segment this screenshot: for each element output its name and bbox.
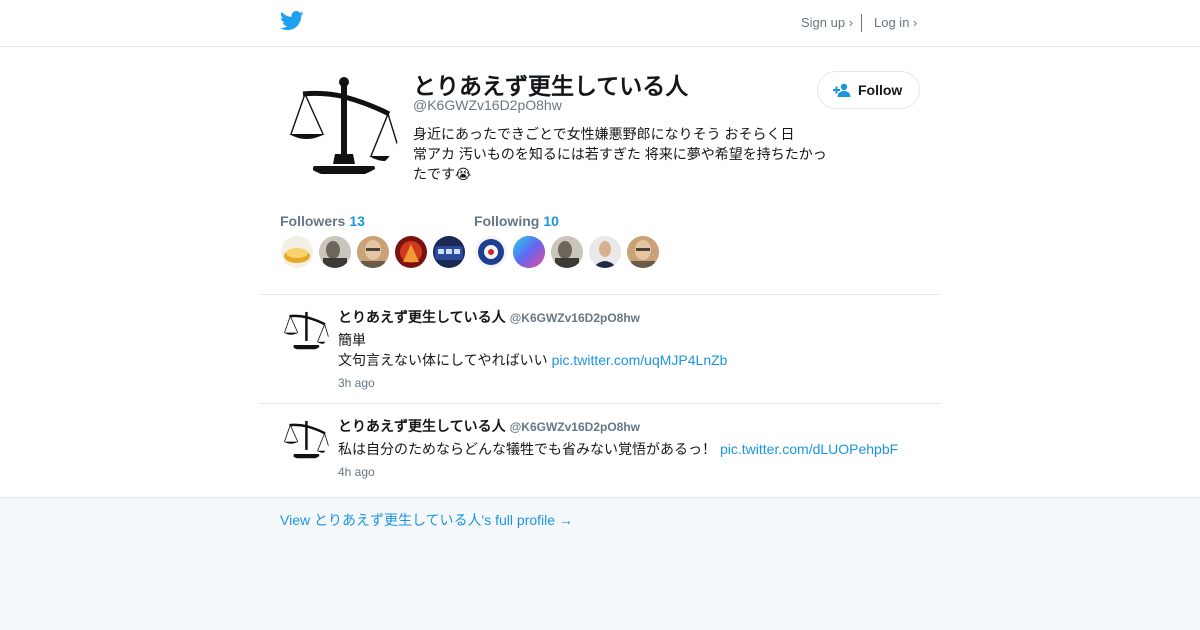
add-user-icon — [833, 83, 851, 97]
balance-scale-icon — [283, 420, 330, 459]
followers-count: 13 — [349, 213, 365, 229]
tweet-author[interactable]: とりあえず更生している人 @K6GWZv16D2pO8hw — [338, 416, 640, 436]
tweet-media-link[interactable]: pic.twitter.com/uqMJP4LnZb — [552, 352, 728, 368]
anime-avatar-image — [400, 241, 422, 263]
following-avatar[interactable] — [475, 236, 507, 268]
gradient-avatar-image — [513, 236, 545, 268]
profile-name: とりあえず更生している人 — [413, 73, 689, 99]
tweet-divider — [260, 403, 940, 404]
profile-handle: @K6GWZv16D2pO8hw — [413, 97, 562, 113]
tweet-line: 文句言えない体にしてやればいい pic.twitter.com/uqMJP4LnZ… — [338, 350, 727, 370]
person-avatar-image — [631, 240, 655, 268]
following-stat[interactable]: Following 10 — [474, 213, 559, 229]
tweet-line-text: 私は自分のためならどんな犠牲でも省みない覚悟があるっ！ — [338, 441, 716, 457]
following-label: Following — [474, 213, 540, 229]
following-count: 10 — [543, 213, 559, 229]
tweet-text: 簡単 文句言えない体にしてやればいい pic.twitter.com/uqMJP4… — [338, 330, 727, 370]
view-full-profile-link[interactable]: View とりあえず更生している人's full profile → — [280, 510, 573, 530]
follower-avatar[interactable] — [357, 236, 389, 268]
tweet-line-text: 文句言えない体にしてやればいい — [338, 352, 548, 368]
log-in-link[interactable]: Log in › — [874, 15, 917, 30]
tweet-avatar[interactable] — [282, 306, 330, 351]
following-avatar[interactable] — [589, 236, 621, 268]
person-avatar-image — [361, 240, 385, 268]
food-avatar-image — [284, 248, 310, 263]
tweet-author-handle: @K6GWZv16D2pO8hw — [509, 420, 640, 434]
tweet-author-name: とりあえず更生している人 — [338, 309, 506, 325]
top-bar: Sign up › Log in › — [0, 0, 1200, 47]
profile-avatar[interactable] — [285, 70, 401, 178]
portrait-avatar-image — [555, 241, 579, 268]
train-avatar-image — [435, 246, 463, 260]
tweet-line: 簡単 — [338, 332, 366, 348]
followers-stat[interactable]: Followers 13 — [280, 213, 365, 229]
balance-scale-icon — [289, 77, 401, 174]
sign-up-link[interactable]: Sign up › — [801, 15, 853, 30]
tweet-author-handle: @K6GWZv16D2pO8hw — [509, 311, 640, 325]
profile-bio: 身近にあったできごとで女性嫌悪野郎になりそう おそらく日 常アカ 汚いものを知る… — [413, 124, 833, 184]
follower-avatar[interactable] — [319, 236, 351, 268]
badge-avatar-image — [478, 239, 504, 265]
bio-line: 身近にあったできごとで女性嫌悪野郎になりそう おそらく日 — [413, 126, 795, 142]
follow-button-label: Follow — [858, 82, 903, 98]
tweet-divider — [260, 294, 940, 295]
tweet-timestamp[interactable]: 3h ago — [338, 376, 375, 390]
follower-avatar[interactable] — [433, 236, 465, 268]
follow-button[interactable]: Follow — [817, 71, 920, 109]
twitter-bird-icon[interactable] — [280, 10, 304, 32]
balance-scale-icon — [283, 311, 330, 350]
tweet-line: 私は自分のためならどんな犠牲でも省みない覚悟があるっ！ pic.twitter.c… — [338, 439, 898, 459]
followers-label: Followers — [280, 213, 346, 229]
follower-avatar[interactable] — [395, 236, 427, 268]
tweet-author[interactable]: とりあえず更生している人 @K6GWZv16D2pO8hw — [338, 307, 640, 327]
following-avatar[interactable] — [627, 236, 659, 268]
tweet-media-link[interactable]: pic.twitter.com/dLUOPehpbF — [720, 441, 898, 457]
header-divider — [861, 14, 862, 32]
following-avatar[interactable] — [551, 236, 583, 268]
follower-avatar[interactable] — [281, 236, 313, 268]
tweet-avatar[interactable] — [282, 415, 330, 460]
following-avatar[interactable] — [513, 236, 545, 268]
portrait-avatar-image — [323, 241, 347, 268]
tweet-text: 私は自分のためならどんな犠牲でも省みない覚悟があるっ！ pic.twitter.c… — [338, 439, 898, 459]
tweet-author-name: とりあえず更生している人 — [338, 418, 506, 434]
person-avatar-image — [593, 241, 617, 268]
bio-line: たです😭 — [413, 166, 472, 182]
bio-line: 常アカ 汚いものを知るには若すぎた 将来に夢や希望を持ちたかっ — [413, 146, 827, 162]
tweet-timestamp[interactable]: 4h ago — [338, 465, 375, 479]
